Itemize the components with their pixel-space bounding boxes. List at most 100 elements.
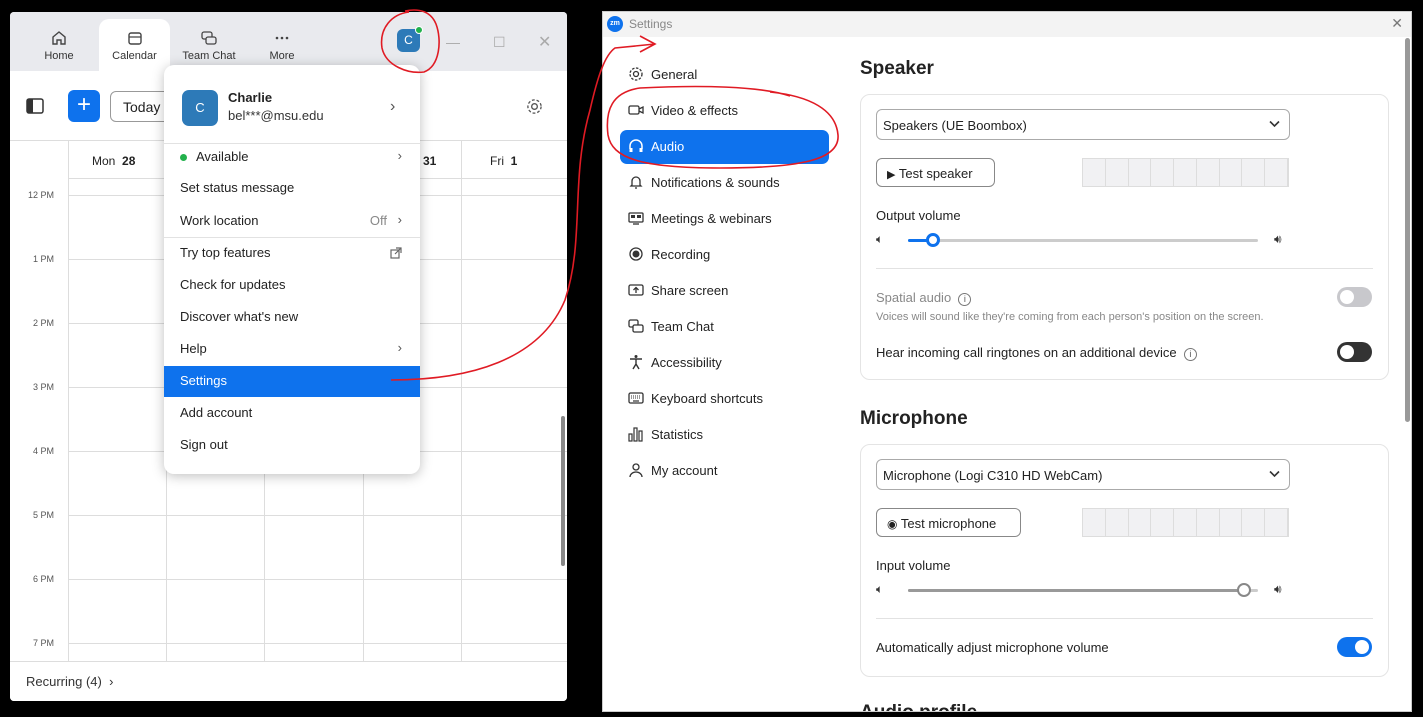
test-speaker-label: Test speaker (898, 166, 973, 181)
microphone-card: Microphone (Logi C310 HD WebCam) ◉ Test … (860, 444, 1389, 677)
nav-label: Share screen (651, 283, 729, 298)
nav-notifications[interactable]: Notifications & sounds (620, 166, 829, 200)
nav-label: Accessibility (651, 355, 722, 370)
microphone-device-value: Microphone (Logi C310 HD WebCam) (883, 468, 1103, 483)
work-location[interactable]: Work location Off › (164, 206, 420, 236)
menu-add-account[interactable]: Add account (164, 398, 420, 428)
day-name: Fri (490, 154, 504, 168)
microphone-level-meter (1082, 508, 1289, 537)
video-icon (628, 105, 644, 115)
menu-avatar-letter: C (195, 100, 205, 115)
menu-help[interactable]: Help › (164, 334, 420, 364)
auto-adjust-toggle[interactable] (1337, 637, 1372, 657)
output-volume-slider[interactable] (908, 233, 1258, 247)
menu-item-label: Help (180, 341, 207, 356)
time-label: 1 PM (32, 254, 54, 264)
add-event-button[interactable]: + (68, 90, 100, 122)
headphones-icon (629, 139, 643, 152)
menu-settings[interactable]: Settings (164, 366, 420, 397)
nav-meetings-webinars[interactable]: Meetings & webinars (620, 202, 829, 236)
hour-line (68, 515, 567, 516)
profile-name: Charlie (228, 90, 273, 105)
nav-video-effects[interactable]: Video & effects (620, 94, 829, 128)
nav-accessibility[interactable]: Accessibility (620, 346, 829, 380)
home-icon (52, 31, 66, 45)
day-column[interactable] (68, 141, 69, 673)
top-nav-bar: Home Calendar Team Chat More C — ☐ ✕ (10, 12, 567, 71)
work-location-label: Work location (180, 213, 259, 228)
chevron-down-icon (1269, 120, 1280, 128)
avatar-button[interactable]: C (397, 26, 423, 52)
chevron-right-icon[interactable]: › (390, 98, 395, 116)
recurring-bar[interactable]: Recurring (4) › (10, 661, 567, 701)
nav-team-chat[interactable]: Team Chat (620, 310, 829, 344)
tab-home-label: Home (44, 50, 74, 62)
nav-share-screen[interactable]: Share screen (620, 274, 829, 308)
nav-statistics[interactable]: Statistics (620, 418, 829, 452)
close-icon[interactable]: ✕ (538, 32, 551, 52)
mute-volume-icon: 🔈︎ (876, 582, 884, 596)
speaker-select[interactable]: Speakers (UE Boombox) (876, 109, 1290, 140)
nav-audio[interactable]: Audio (620, 130, 829, 164)
profile-menu: C Charlie bel***@msu.edu › Available › S… (164, 65, 420, 474)
nav-label: Keyboard shortcuts (651, 391, 764, 406)
nav-general[interactable]: General (620, 58, 829, 92)
scrollbar[interactable] (561, 416, 565, 566)
max-volume-icon: 🔊︎ (1274, 232, 1282, 246)
menu-avatar: C (182, 90, 218, 126)
nav-recording[interactable]: Recording (620, 238, 829, 272)
sidebar-toggle-icon[interactable] (26, 98, 44, 114)
input-volume-thumb[interactable] (1237, 583, 1251, 597)
menu-discover-new[interactable]: Discover what's new (164, 302, 420, 332)
minimize-icon[interactable]: — (446, 34, 460, 50)
recurring-label: Recurring (4) (26, 674, 102, 689)
person-icon (629, 463, 643, 478)
close-icon[interactable]: ✕ (1391, 15, 1403, 32)
settings-scrollbar[interactable] (1405, 38, 1410, 422)
test-speaker-button[interactable]: ▶ Test speaker (876, 158, 995, 187)
menu-try-top-features[interactable]: Try top features (164, 238, 420, 268)
tab-home[interactable]: Home (23, 19, 95, 71)
microphone-select[interactable]: Microphone (Logi C310 HD WebCam) (876, 459, 1290, 490)
spatial-audio-toggle[interactable] (1337, 287, 1372, 307)
calendar-icon (127, 32, 142, 45)
mute-volume-icon: 🔈︎ (876, 232, 884, 246)
menu-sign-out[interactable]: Sign out (164, 430, 420, 460)
tab-team-chat[interactable]: Team Chat (173, 19, 245, 71)
day-num: 28 (122, 154, 136, 168)
tab-calendar[interactable]: Calendar (99, 19, 170, 71)
nav-my-account[interactable]: My account (620, 454, 829, 488)
ringtone-toggle[interactable] (1337, 342, 1372, 362)
day-header-31[interactable]: 31 (423, 154, 436, 168)
nav-label: Video & effects (651, 103, 738, 118)
microphone-heading: Microphone (860, 408, 968, 429)
day-column[interactable] (461, 141, 462, 673)
nav-label: Statistics (651, 427, 704, 442)
day-header-fri[interactable]: Fri 1 (490, 154, 517, 168)
record-icon: ◉ (887, 517, 898, 531)
meetings-icon (628, 212, 644, 225)
day-header-mon[interactable]: Mon 28 (92, 154, 135, 168)
menu-check-updates[interactable]: Check for updates (164, 270, 420, 300)
info-icon[interactable]: i (958, 293, 972, 306)
info-icon[interactable]: i (1183, 348, 1197, 361)
spatial-audio-text: Spatial audio (876, 290, 952, 305)
set-status-message[interactable]: Set status message (164, 173, 420, 203)
divider (876, 618, 1373, 619)
set-status-label: Set status message (180, 180, 295, 195)
input-volume-slider[interactable] (908, 583, 1258, 597)
chevron-down-icon (1269, 470, 1280, 478)
chat-icon (201, 31, 217, 45)
settings-title: Settings (629, 17, 673, 31)
output-volume-thumb[interactable] (926, 233, 940, 247)
calendar-settings-icon[interactable] (526, 98, 543, 115)
toggle-knob (1340, 345, 1354, 359)
tab-team-chat-label: Team Chat (182, 50, 236, 62)
test-microphone-button[interactable]: ◉ Test microphone (876, 508, 1021, 537)
today-button[interactable]: Today (110, 91, 172, 122)
tab-more[interactable]: More (246, 19, 318, 71)
nav-keyboard-shortcuts[interactable]: Keyboard shortcuts (620, 382, 829, 416)
hour-line (68, 643, 567, 644)
status-available[interactable]: Available › (164, 142, 420, 172)
maximize-icon[interactable]: ☐ (493, 34, 506, 51)
